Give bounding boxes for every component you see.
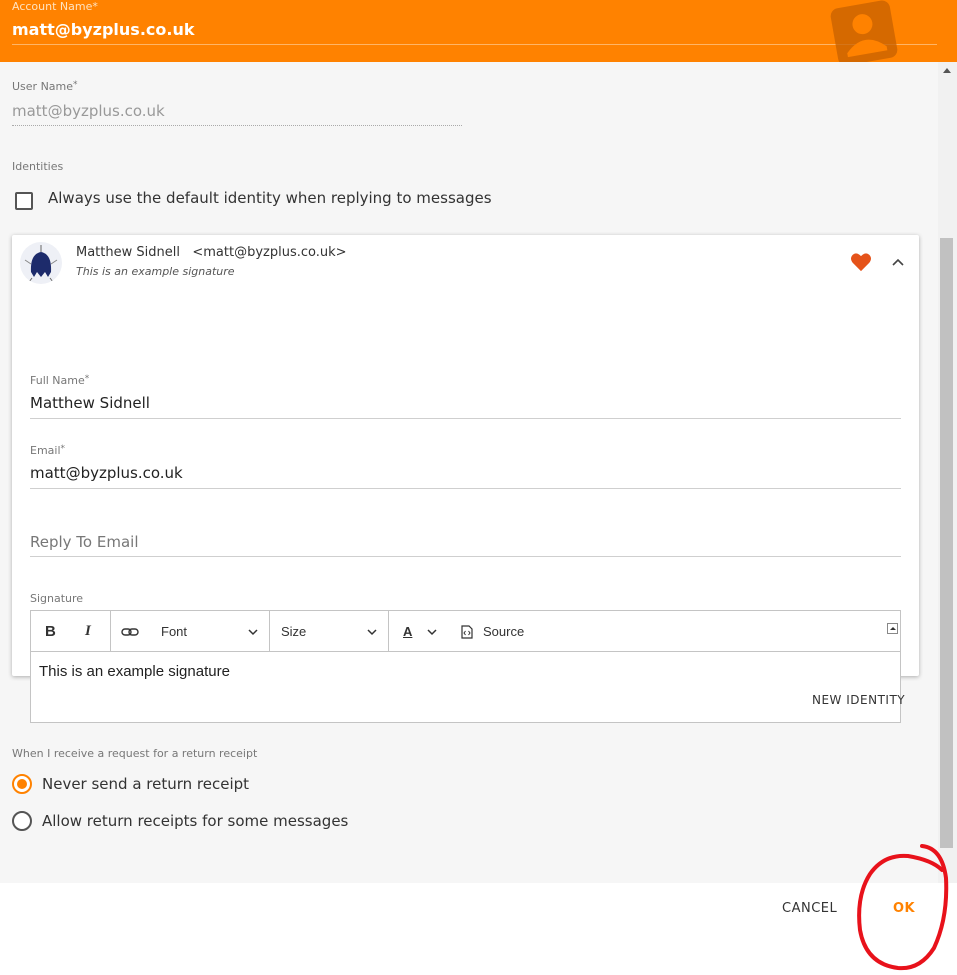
identity-header-name: Matthew Sidnell <matt@byzplus.co.uk> (76, 245, 347, 260)
chevron-down-icon[interactable] (426, 627, 438, 637)
source-icon (461, 625, 473, 639)
email-input[interactable]: matt@byzplus.co.uk (30, 464, 183, 482)
account-name-label: Account Name* (12, 0, 98, 13)
avatar (20, 242, 62, 284)
radio-allow-some[interactable] (12, 811, 32, 831)
bold-button[interactable]: B (45, 611, 56, 652)
link-button[interactable] (121, 611, 139, 652)
default-identity-checkbox-label[interactable]: Always use the default identity when rep… (48, 189, 492, 207)
avatar-image (24, 245, 58, 283)
return-receipt-label: When I receive a request for a return re… (12, 747, 258, 760)
toolbar-divider (110, 611, 111, 652)
default-identity-checkbox[interactable] (15, 192, 33, 210)
signature-editor: B I Font Size A Source This is an exampl… (30, 610, 901, 723)
account-header: Account Name* matt@byzplus.co.uk (0, 0, 957, 62)
identity-header-signature: This is an example signature (76, 265, 235, 278)
link-icon (121, 627, 139, 636)
new-identity-button[interactable]: NEW IDENTITY (812, 693, 905, 707)
dialog-footer: CANCEL OK (0, 883, 957, 975)
identities-label: Identities (12, 160, 64, 173)
expand-icon[interactable] (887, 623, 898, 634)
signature-label: Signature (30, 592, 84, 605)
toolbar-divider (388, 611, 389, 652)
reply-to-email-underline (30, 556, 901, 557)
settings-content: User Name* matt@byzplus.co.uk Identities… (0, 62, 938, 883)
radio-allow-some-label[interactable]: Allow return receipts for some messages (42, 812, 348, 830)
cancel-button[interactable]: CANCEL (782, 901, 837, 916)
chevron-up-icon[interactable] (891, 255, 905, 269)
email-underline (30, 488, 901, 489)
size-select[interactable]: Size (281, 611, 306, 652)
full-name-underline (30, 418, 901, 419)
editor-toolbar: B I Font Size A Source (31, 611, 900, 652)
toolbar-divider (269, 611, 270, 652)
account-name-underline (12, 44, 937, 45)
scrollbar[interactable] (938, 62, 957, 883)
chevron-down-icon[interactable] (366, 627, 378, 637)
radio-never-send-label[interactable]: Never send a return receipt (42, 775, 249, 793)
source-button[interactable]: Source (483, 611, 524, 652)
radio-never-send[interactable] (12, 774, 32, 794)
full-name-input[interactable]: Matthew Sidnell (30, 394, 150, 412)
heart-icon[interactable] (850, 252, 872, 272)
user-name-underline (12, 125, 462, 126)
italic-button[interactable]: I (85, 611, 91, 652)
scroll-up-arrow[interactable] (943, 68, 951, 73)
user-name-input[interactable]: matt@byzplus.co.uk (12, 102, 165, 120)
text-color-button[interactable]: A (403, 611, 412, 652)
user-name-label: User Name* (12, 80, 78, 93)
font-select[interactable]: Font (161, 611, 187, 652)
ok-button[interactable]: OK (893, 901, 915, 916)
full-name-label: Full Name* (30, 374, 90, 387)
chevron-down-icon[interactable] (247, 627, 259, 637)
signature-text[interactable]: This is an example signature (39, 663, 230, 680)
email-label: Email* (30, 444, 66, 457)
account-name-input[interactable]: matt@byzplus.co.uk (12, 20, 194, 39)
identity-card: Matthew Sidnell <matt@byzplus.co.uk> Thi… (12, 235, 919, 723)
account-icon (830, 0, 898, 62)
reply-to-email-input[interactable]: Reply To Email (30, 533, 139, 551)
scrollbar-thumb[interactable] (940, 238, 953, 848)
